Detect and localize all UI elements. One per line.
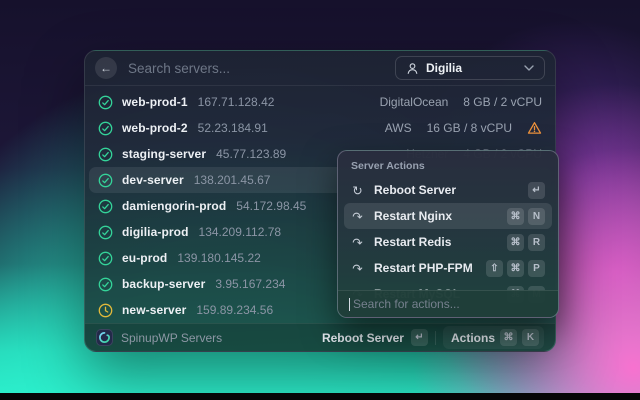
action-restart-nginx[interactable]: ↷ Restart Nginx ⌘ N bbox=[344, 203, 552, 229]
reboot-icon: ↻ bbox=[352, 183, 363, 198]
actions-search-placeholder: Search for actions... bbox=[353, 297, 460, 311]
server-name: web-prod-1 bbox=[122, 95, 188, 109]
server-ip: 138.201.45.67 bbox=[193, 173, 271, 187]
action-label: Restart Nginx bbox=[374, 209, 453, 223]
server-ip: 45.77.123.89 bbox=[216, 147, 287, 161]
server-ip: 52.23.184.91 bbox=[197, 121, 268, 135]
server-name: web-prod-2 bbox=[122, 121, 188, 135]
action-label: Restart Redis bbox=[374, 235, 452, 249]
cmd-keycap: ⌘ bbox=[500, 329, 517, 346]
server-ip: 3.95.167.234 bbox=[215, 277, 286, 291]
back-arrow-icon: ← bbox=[100, 61, 112, 75]
check-circle-icon bbox=[98, 251, 113, 266]
clock-icon bbox=[98, 303, 113, 318]
server-name: digilia-prod bbox=[122, 225, 189, 239]
server-spec: 8 GB / 2 vCPU bbox=[463, 95, 542, 109]
check-circle-icon bbox=[98, 121, 113, 136]
search-input[interactable]: Search servers... bbox=[128, 61, 384, 76]
check-circle-icon bbox=[98, 173, 113, 188]
restart-icon: ↷ bbox=[352, 235, 363, 250]
server-row-web-prod-2[interactable]: web-prod-2 52.23.184.91 AWS 16 GB / 8 vC… bbox=[89, 115, 551, 141]
panel-title: Server Actions bbox=[351, 160, 425, 172]
spinupwp-app-icon bbox=[96, 329, 113, 346]
actions-label: Actions bbox=[450, 330, 495, 345]
r-keycap: R bbox=[528, 233, 545, 251]
server-row-web-prod-1[interactable]: web-prod-1 167.71.128.42 DigitalOcean 8 … bbox=[89, 89, 551, 115]
k-keycap: K bbox=[522, 329, 539, 346]
person-icon bbox=[407, 62, 418, 74]
server-name: backup-server bbox=[122, 277, 206, 291]
account-dropdown[interactable]: Digilia bbox=[395, 56, 545, 80]
server-name: dev-server bbox=[122, 173, 184, 187]
action-restart-redis[interactable]: ↷ Restart Redis ⌘ R bbox=[344, 229, 552, 255]
check-circle-icon bbox=[98, 199, 113, 214]
screen-bottom-bar bbox=[0, 393, 640, 400]
server-name: damiengorin-prod bbox=[122, 199, 227, 213]
cmd-keycap: ⌘ bbox=[507, 233, 524, 251]
chevron-down-icon bbox=[524, 65, 534, 71]
check-circle-icon bbox=[98, 225, 113, 240]
footer-divider bbox=[434, 330, 436, 345]
footer-bar: SpinupWP Servers Reboot Server ↵ Actions… bbox=[85, 323, 555, 351]
n-keycap: N bbox=[528, 207, 545, 225]
restart-icon: ↷ bbox=[352, 261, 363, 276]
server-spec: 16 GB / 8 vCPU bbox=[426, 121, 512, 135]
actions-menu-button[interactable]: Actions ⌘ K bbox=[442, 326, 544, 349]
check-circle-icon bbox=[98, 147, 113, 162]
action-label: Reboot Server bbox=[374, 183, 457, 197]
shift-keycap: ⇧ bbox=[486, 259, 503, 277]
topbar-divider bbox=[85, 85, 555, 86]
server-provider: DigitalOcean bbox=[379, 95, 449, 109]
enter-keycap: ↵ bbox=[410, 329, 428, 346]
back-button[interactable]: ← bbox=[95, 57, 117, 79]
app-name: SpinupWP Servers bbox=[121, 330, 223, 345]
server-ip: 167.71.128.42 bbox=[197, 95, 275, 109]
action-restart-php-fpm[interactable]: ↷ Restart PHP-FPM ⇧ ⌘ P bbox=[344, 255, 552, 281]
server-ip: 159.89.234.56 bbox=[196, 303, 274, 317]
footer-primary-action[interactable]: Reboot Server bbox=[322, 331, 404, 345]
action-label: Restart PHP-FPM bbox=[374, 261, 473, 275]
p-keycap: P bbox=[528, 259, 545, 277]
cmd-keycap: ⌘ bbox=[507, 207, 524, 225]
server-ip: 134.209.112.78 bbox=[198, 225, 282, 239]
text-caret bbox=[349, 297, 350, 311]
actions-search-input[interactable]: Search for actions... bbox=[338, 290, 558, 317]
account-name: Digilia bbox=[426, 61, 463, 75]
server-actions-panel: Server Actions ↻ Reboot Server ↵ ↷ Resta… bbox=[337, 150, 559, 318]
enter-keycap: ↵ bbox=[528, 181, 545, 199]
restart-icon: ↷ bbox=[352, 209, 363, 224]
check-circle-icon bbox=[98, 277, 113, 292]
search-bar: ← Search servers... Digilia bbox=[85, 51, 555, 85]
check-circle-icon bbox=[98, 95, 113, 110]
warning-icon bbox=[527, 121, 542, 135]
server-name: eu-prod bbox=[122, 251, 168, 265]
server-name: new-server bbox=[122, 303, 187, 317]
server-ip: 139.180.145.22 bbox=[177, 251, 261, 265]
server-ip: 54.172.98.45 bbox=[236, 199, 307, 213]
server-provider: AWS bbox=[384, 121, 412, 135]
cmd-keycap: ⌘ bbox=[507, 259, 524, 277]
action-reboot-server[interactable]: ↻ Reboot Server ↵ bbox=[344, 177, 552, 203]
server-name: staging-server bbox=[122, 147, 207, 161]
